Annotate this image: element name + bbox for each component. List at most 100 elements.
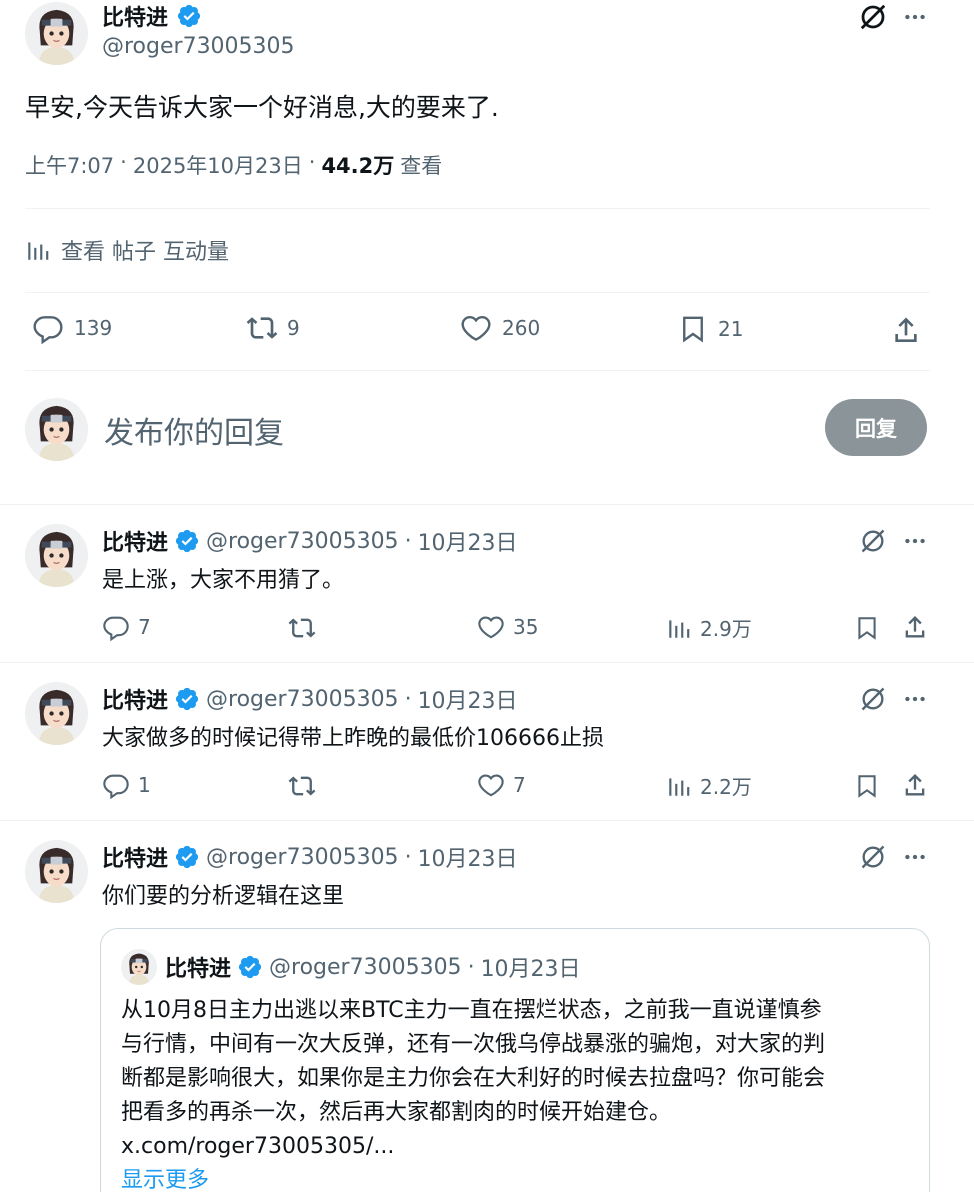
reply-icon [102, 771, 130, 799]
avatar[interactable] [25, 398, 88, 461]
quoted-text-line: 从10月8日主力出逃以来BTC主力一直在摆烂状态，之前我一直说谨慎参 [121, 998, 822, 1023]
avatar[interactable] [25, 682, 88, 745]
show-more-link[interactable]: 显示更多 [121, 1164, 921, 1192]
avatar[interactable] [25, 2, 88, 65]
more-icon[interactable] [902, 686, 928, 712]
verified-badge-icon [237, 954, 263, 980]
divider [0, 504, 974, 505]
bookmark-icon [678, 312, 708, 346]
reply-icon [32, 312, 64, 344]
author-handle: @roger73005305 [269, 954, 462, 980]
verified-badge-icon [174, 528, 200, 554]
reply-text: 大家做多的时候记得带上昨晚的最低价106666止损 [102, 726, 604, 751]
reply-text: 你们要的分析逻辑在这里 [102, 884, 345, 909]
post-date[interactable]: 10月23日 [418, 683, 518, 715]
verified-badge-icon [176, 3, 202, 29]
views-count: 2.9万 [700, 617, 752, 641]
quoted-text: 从10月8日主力出逃以来BTC主力一直在摆烂状态，之前我一直说谨慎参 与行情，中… [121, 994, 921, 1192]
divider [25, 370, 930, 371]
reply-action[interactable]: 139 [32, 312, 112, 344]
avatar[interactable] [25, 840, 88, 903]
views-action[interactable]: 2.2万 [666, 771, 752, 800]
reply-text: 是上涨，大家不用猜了。 [102, 568, 345, 593]
quoted-text-line: 与行情，中间有一次大反弹，还有一次俄乌停战暴涨的骗炮，对大家的判 [121, 1032, 826, 1057]
repost-icon [245, 312, 279, 344]
reply-count: 1 [138, 773, 151, 797]
views-label: 查看 [400, 154, 443, 178]
author-handle[interactable]: @roger73005305 [206, 529, 399, 554]
post-text: 早安,今天告诉大家一个好消息,大的要来了. [25, 93, 499, 122]
analytics-label: 查看 帖子 互动量 [61, 240, 229, 265]
post-date[interactable]: 10月23日 [418, 841, 518, 873]
meta-separator: · [404, 686, 412, 712]
bookmark-action[interactable]: 21 [678, 312, 743, 346]
bookmark-count: 21 [718, 317, 744, 341]
quoted-link[interactable]: x.com/roger73005305/... [121, 1130, 921, 1164]
like-count: 260 [502, 316, 541, 340]
like-icon [477, 613, 505, 641]
author-handle[interactable]: @roger73005305 [102, 34, 295, 59]
views-count: 44.2万 [321, 154, 395, 178]
grok-icon[interactable] [859, 527, 887, 555]
more-icon[interactable] [902, 528, 928, 554]
reply-button[interactable]: 回复 [825, 399, 927, 456]
post-date[interactable]: 10月23日 [418, 525, 518, 557]
like-count: 7 [513, 773, 526, 797]
meta-separator: · [308, 150, 316, 174]
divider [0, 662, 974, 663]
post-meta: 上午7:07 · 2025年10月23日 · 44.2万 查看 [25, 150, 442, 180]
like-action[interactable]: 260 [460, 312, 540, 344]
reply-action[interactable]: 7 [102, 613, 151, 641]
post-date: 10月23日 [480, 957, 581, 982]
grok-icon[interactable] [858, 2, 888, 32]
divider [25, 208, 930, 209]
repost-action[interactable]: 9 [245, 312, 300, 344]
share-icon[interactable] [901, 613, 929, 641]
views-count: 2.2万 [700, 775, 752, 799]
like-icon [460, 312, 492, 344]
like-icon [477, 771, 505, 799]
grok-icon[interactable] [859, 843, 887, 871]
divider [0, 820, 974, 821]
bookmark-icon[interactable] [854, 613, 880, 643]
post-time[interactable]: 上午7:07 [25, 150, 114, 180]
share-icon[interactable] [890, 314, 922, 346]
meta-separator: · [467, 954, 475, 980]
divider [25, 292, 930, 293]
analytics-icon [666, 772, 692, 800]
author-name[interactable]: 比特进 [102, 683, 168, 715]
analytics-link[interactable]: 查看 帖子 互动量 [25, 234, 229, 266]
more-icon[interactable] [902, 844, 928, 870]
repost-icon[interactable] [287, 614, 317, 642]
avatar[interactable] [25, 524, 88, 587]
repost-count: 9 [287, 316, 300, 340]
author-name[interactable]: 比特进 [102, 525, 168, 557]
like-action[interactable]: 35 [477, 613, 538, 641]
post-date[interactable]: 2025年10月23日 [133, 150, 303, 180]
reply-icon [102, 613, 130, 641]
like-count: 35 [513, 615, 539, 639]
repost-icon[interactable] [287, 772, 317, 800]
author-name[interactable]: 比特进 [102, 0, 168, 32]
author-handle[interactable]: @roger73005305 [206, 687, 399, 712]
author-name: 比特进 [165, 957, 232, 982]
reply-input[interactable]: 发布你的回复 [104, 408, 284, 452]
share-icon[interactable] [901, 771, 929, 799]
meta-separator: · [120, 150, 127, 174]
bookmark-icon[interactable] [854, 771, 880, 801]
grok-icon[interactable] [859, 685, 887, 713]
reply-count: 139 [74, 316, 113, 340]
meta-separator: · [404, 528, 412, 554]
reply-count: 7 [138, 615, 151, 639]
like-action[interactable]: 7 [477, 771, 526, 799]
more-icon[interactable] [902, 4, 928, 30]
avatar [121, 949, 157, 985]
views-action[interactable]: 2.9万 [666, 613, 752, 642]
author-name[interactable]: 比特进 [102, 841, 168, 873]
quoted-post[interactable]: 比特进 @roger73005305 · 10月23日 从10月8日主力出逃以来… [100, 928, 930, 1192]
reply-action[interactable]: 1 [102, 771, 151, 799]
analytics-icon [666, 614, 692, 642]
author-handle[interactable]: @roger73005305 [206, 845, 399, 870]
quoted-text-line: 断都是影响很大，如果你是主力你会在大利好的时候去拉盘吗？你可能会 [121, 1066, 826, 1091]
meta-separator: · [404, 844, 412, 870]
